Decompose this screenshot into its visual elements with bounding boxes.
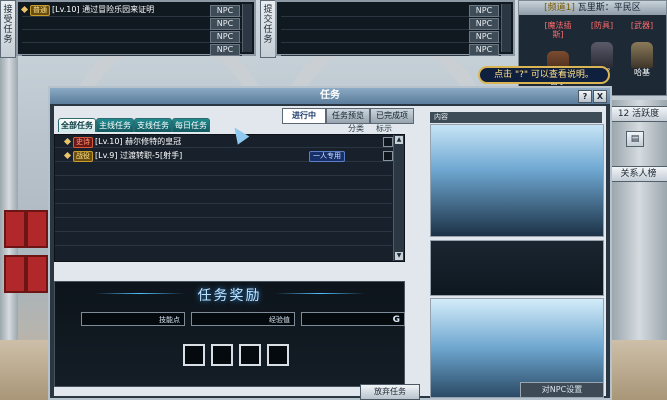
scroll-down-icon[interactable]: ▼ xyxy=(395,252,403,260)
quest-detail-pane xyxy=(430,240,604,296)
quest-text: [Lv.10] 通过冒险乐园来证明 xyxy=(52,5,155,14)
member-tag: [武器] xyxy=(630,21,654,30)
tab-completed[interactable]: 已完成项 xyxy=(370,108,414,124)
reward-panel: 任务奖励 技能点 经验值 G xyxy=(54,281,405,387)
window-title: 任务 xyxy=(50,88,610,104)
give-up-quest-button[interactable]: 放弃任务 xyxy=(360,384,420,400)
npc-tag[interactable]: NPC xyxy=(469,44,499,56)
accept-quest-row[interactable]: 普通 [Lv.10] 通过冒险乐园来证明 xyxy=(20,4,242,17)
close-button[interactable]: X xyxy=(593,90,607,103)
location-header: [频道1] 瓦里斯：平民区 xyxy=(519,1,666,15)
accept-quest-side-label[interactable]: 接受任务 xyxy=(0,0,16,58)
track-checkbox[interactable] xyxy=(383,137,393,147)
npc-tag[interactable]: NPC xyxy=(210,44,240,56)
quest-name: 过渡转职-5[射手] xyxy=(120,151,183,160)
party-member[interactable]: [武器] 哈基 xyxy=(623,21,661,77)
quest-level: [Lv.10] xyxy=(95,137,123,146)
quest-row[interactable]: 史诗 [Lv.10] 赫尔修特的皇冠 xyxy=(55,135,393,148)
reward-item-slot[interactable] xyxy=(183,344,205,366)
quest-diamond-icon xyxy=(63,137,72,146)
category-tab-all[interactable]: 全部任务 xyxy=(58,118,96,132)
content-label: 内容 xyxy=(430,112,602,123)
skill-point-field: 技能点 xyxy=(81,312,185,326)
category-tab-main[interactable]: 主线任务 xyxy=(96,118,134,132)
reward-item-slot[interactable] xyxy=(267,344,289,366)
location-label: 瓦里斯：平民区 xyxy=(577,3,641,13)
book-icon[interactable]: ▤ xyxy=(626,131,644,147)
quest-list-scrollbar[interactable]: ▲ ▼ xyxy=(393,135,404,261)
channel-label: [频道1] xyxy=(544,3,575,13)
quest-list: 史诗 [Lv.10] 赫尔修特的皇冠 战役 [Lv.9] 过渡转职-5[射手] 一人… xyxy=(54,134,405,262)
reward-item-slot[interactable] xyxy=(211,344,233,366)
quest-window: 任务 ? X 进行中 任务预览 已完成项 全部任务 主线任务 支线任务 每日任务… xyxy=(48,86,612,400)
quest-level: [Lv.9] xyxy=(95,151,118,160)
submit-panel-scrollbar[interactable] xyxy=(501,4,511,52)
column-mark-label: 标示 xyxy=(376,124,392,133)
accept-quest-panel: 普通 [Lv.10] 通过冒险乐园来证明 NPC NPC NPC NPC xyxy=(16,0,256,56)
quest-diamond-icon xyxy=(20,5,29,14)
quest-row[interactable]: 战役 [Lv.9] 过渡转职-5[射手] 一人专用 xyxy=(55,149,393,162)
tab-in-progress[interactable]: 进行中 xyxy=(282,108,326,124)
category-tab-side[interactable]: 支线任务 xyxy=(134,118,172,132)
solo-quest-tag: 一人专用 xyxy=(309,151,345,162)
npc-tag[interactable]: NPC xyxy=(210,5,240,17)
reward-item-slot[interactable] xyxy=(239,344,261,366)
gold-field: G xyxy=(301,312,405,326)
npc-tag[interactable]: NPC xyxy=(469,5,499,17)
column-share-label: 分类 xyxy=(348,124,364,133)
quest-badge: 史诗 xyxy=(73,137,93,148)
activity-button[interactable]: 12 活跃度 xyxy=(608,106,667,122)
npc-tag[interactable]: NPC xyxy=(469,18,499,30)
npc-tag[interactable]: NPC xyxy=(469,31,499,43)
quest-content-pane xyxy=(430,124,604,237)
quest-diamond-icon xyxy=(63,151,72,160)
npc-tag[interactable]: NPC xyxy=(210,18,240,30)
npc-tag[interactable]: NPC xyxy=(210,31,240,43)
category-tab-daily[interactable]: 每日任务 xyxy=(172,118,210,132)
submit-quest-side-label[interactable]: 提交任务 xyxy=(260,0,276,58)
track-checkbox[interactable] xyxy=(383,151,393,161)
quest-badge: 战役 xyxy=(73,151,93,162)
submit-quest-panel: NPC NPC NPC NPC xyxy=(275,0,515,56)
member-name: 哈基 xyxy=(634,68,650,77)
reward-title: 任务奖励 xyxy=(197,288,262,304)
npc-setting-button[interactable]: 对NPC设置 xyxy=(520,382,604,398)
help-button[interactable]: ? xyxy=(578,90,592,103)
exp-field: 经验值 xyxy=(191,312,295,326)
member-tag: [防具] xyxy=(590,21,614,30)
accept-panel-scrollbar[interactable] xyxy=(242,4,252,52)
scroll-up-icon[interactable]: ▲ xyxy=(395,136,403,144)
quest-name: 赫尔修特的皇冠 xyxy=(125,137,182,146)
help-tip-bubble: 点击 "?" 可以查看说明。 xyxy=(478,66,610,84)
quest-badge: 普通 xyxy=(30,5,50,16)
avatar xyxy=(591,42,613,68)
avatar xyxy=(631,42,653,68)
member-tag: [魔法插斯] xyxy=(544,21,572,39)
relationship-ranking-button[interactable]: 关系人榜 xyxy=(608,166,667,182)
tab-preview[interactable]: 任务预览 xyxy=(326,108,370,124)
